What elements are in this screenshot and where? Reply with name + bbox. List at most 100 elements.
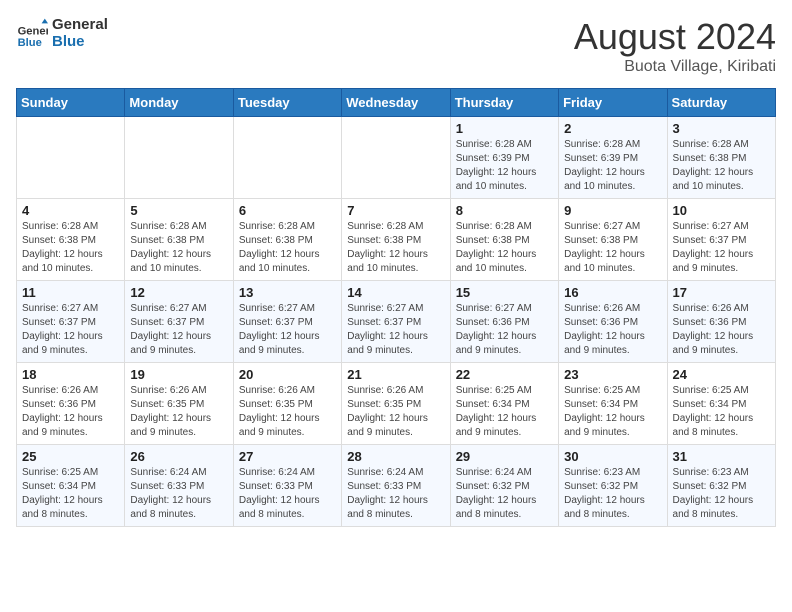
calendar-cell: 25 Sunrise: 6:25 AM Sunset: 6:34 PM Dayli… <box>17 445 125 527</box>
calendar-cell: 28 Sunrise: 6:24 AM Sunset: 6:33 PM Dayli… <box>342 445 450 527</box>
day-number: 3 <box>673 121 770 136</box>
day-number: 10 <box>673 203 770 218</box>
day-info: Sunrise: 6:27 AM Sunset: 6:37 PM Dayligh… <box>22 302 119 358</box>
column-header-wednesday: Wednesday <box>342 89 450 117</box>
day-number: 21 <box>347 367 444 382</box>
calendar-cell: 14 Sunrise: 6:27 AM Sunset: 6:37 PM Dayli… <box>342 281 450 363</box>
day-info: Sunrise: 6:28 AM Sunset: 6:38 PM Dayligh… <box>347 220 444 276</box>
calendar-cell <box>233 117 341 199</box>
day-number: 18 <box>22 367 119 382</box>
day-info: Sunrise: 6:26 AM Sunset: 6:36 PM Dayligh… <box>673 302 770 358</box>
day-number: 13 <box>239 285 336 300</box>
column-header-monday: Monday <box>125 89 233 117</box>
title-block: August 2024 Buota Village, Kiribati <box>574 16 776 76</box>
day-number: 23 <box>564 367 661 382</box>
day-number: 15 <box>456 285 553 300</box>
calendar-cell: 18Sunrise: 6:26 AM Sunset: 6:36 PM Dayli… <box>17 363 125 445</box>
calendar-cell: 22 Sunrise: 6:25 AM Sunset: 6:34 PM Dayli… <box>450 363 558 445</box>
day-info: Sunrise: 6:27 AM Sunset: 6:37 PM Dayligh… <box>673 220 770 276</box>
day-number: 11 <box>22 285 119 300</box>
calendar-cell: 11 Sunrise: 6:27 AM Sunset: 6:37 PM Dayli… <box>17 281 125 363</box>
day-number: 4 <box>22 203 119 218</box>
calendar-title: August 2024 <box>574 16 776 58</box>
day-info: Sunrise: 6:27 AM Sunset: 6:37 PM Dayligh… <box>130 302 227 358</box>
day-info: Sunrise: 6:23 AM Sunset: 6:32 PM Dayligh… <box>673 466 770 522</box>
day-number: 24 <box>673 367 770 382</box>
day-number: 27 <box>239 449 336 464</box>
week-row-3: 11 Sunrise: 6:27 AM Sunset: 6:37 PM Dayli… <box>17 281 776 363</box>
day-info: Sunrise: 6:25 AM Sunset: 6:34 PM Dayligh… <box>456 384 553 440</box>
calendar-cell: 31 Sunrise: 6:23 AM Sunset: 6:32 PM Dayli… <box>667 445 775 527</box>
calendar-cell: 8 Sunrise: 6:28 AM Sunset: 6:38 PM Daylig… <box>450 199 558 281</box>
day-info: Sunrise: 6:26 AM Sunset: 6:36 PM Dayligh… <box>564 302 661 358</box>
day-info: Sunrise: 6:28 AM Sunset: 6:38 PM Dayligh… <box>130 220 227 276</box>
day-info: Sunrise: 6:27 AM Sunset: 6:38 PM Dayligh… <box>564 220 661 276</box>
calendar-cell: 10 Sunrise: 6:27 AM Sunset: 6:37 PM Dayli… <box>667 199 775 281</box>
day-number: 9 <box>564 203 661 218</box>
calendar-header-row: SundayMondayTuesdayWednesdayThursdayFrid… <box>17 89 776 117</box>
calendar-cell: 13Sunrise: 6:27 AM Sunset: 6:37 PM Dayli… <box>233 281 341 363</box>
day-info: Sunrise: 6:27 AM Sunset: 6:37 PM Dayligh… <box>347 302 444 358</box>
calendar-cell: 23 Sunrise: 6:25 AM Sunset: 6:34 PM Dayli… <box>559 363 667 445</box>
day-number: 14 <box>347 285 444 300</box>
calendar-subtitle: Buota Village, Kiribati <box>574 58 776 76</box>
column-header-thursday: Thursday <box>450 89 558 117</box>
svg-text:Blue: Blue <box>18 37 42 49</box>
day-info: Sunrise: 6:28 AM Sunset: 6:38 PM Dayligh… <box>22 220 119 276</box>
day-number: 6 <box>239 203 336 218</box>
calendar-cell: 24Sunrise: 6:25 AM Sunset: 6:34 PM Dayli… <box>667 363 775 445</box>
day-number: 22 <box>456 367 553 382</box>
calendar-table: SundayMondayTuesdayWednesdayThursdayFrid… <box>16 88 776 527</box>
day-info: Sunrise: 6:25 AM Sunset: 6:34 PM Dayligh… <box>564 384 661 440</box>
page-header: General Blue General Blue August 2024 Bu… <box>16 16 776 76</box>
day-number: 16 <box>564 285 661 300</box>
calendar-cell: 21Sunrise: 6:26 AM Sunset: 6:35 PM Dayli… <box>342 363 450 445</box>
calendar-cell: 9 Sunrise: 6:27 AM Sunset: 6:38 PM Daylig… <box>559 199 667 281</box>
day-info: Sunrise: 6:28 AM Sunset: 6:39 PM Dayligh… <box>456 138 553 194</box>
calendar-cell <box>17 117 125 199</box>
day-number: 29 <box>456 449 553 464</box>
day-info: Sunrise: 6:24 AM Sunset: 6:33 PM Dayligh… <box>347 466 444 522</box>
column-header-sunday: Sunday <box>17 89 125 117</box>
calendar-cell: 15Sunrise: 6:27 AM Sunset: 6:36 PM Dayli… <box>450 281 558 363</box>
day-info: Sunrise: 6:28 AM Sunset: 6:38 PM Dayligh… <box>239 220 336 276</box>
day-info: Sunrise: 6:24 AM Sunset: 6:33 PM Dayligh… <box>239 466 336 522</box>
day-number: 5 <box>130 203 227 218</box>
day-number: 17 <box>673 285 770 300</box>
day-number: 26 <box>130 449 227 464</box>
day-info: Sunrise: 6:24 AM Sunset: 6:32 PM Dayligh… <box>456 466 553 522</box>
calendar-cell: 17 Sunrise: 6:26 AM Sunset: 6:36 PM Dayli… <box>667 281 775 363</box>
calendar-cell: 2Sunrise: 6:28 AM Sunset: 6:39 PM Daylig… <box>559 117 667 199</box>
calendar-cell <box>125 117 233 199</box>
day-info: Sunrise: 6:26 AM Sunset: 6:35 PM Dayligh… <box>239 384 336 440</box>
day-number: 30 <box>564 449 661 464</box>
day-number: 31 <box>673 449 770 464</box>
calendar-cell: 6 Sunrise: 6:28 AM Sunset: 6:38 PM Daylig… <box>233 199 341 281</box>
column-header-tuesday: Tuesday <box>233 89 341 117</box>
calendar-cell: 7 Sunrise: 6:28 AM Sunset: 6:38 PM Daylig… <box>342 199 450 281</box>
calendar-cell: 3Sunrise: 6:28 AM Sunset: 6:38 PM Daylig… <box>667 117 775 199</box>
day-info: Sunrise: 6:24 AM Sunset: 6:33 PM Dayligh… <box>130 466 227 522</box>
day-number: 8 <box>456 203 553 218</box>
calendar-cell: 20 Sunrise: 6:26 AM Sunset: 6:35 PM Dayli… <box>233 363 341 445</box>
logo-icon: General Blue <box>16 17 48 49</box>
calendar-cell: 29 Sunrise: 6:24 AM Sunset: 6:32 PM Dayli… <box>450 445 558 527</box>
calendar-cell: 26 Sunrise: 6:24 AM Sunset: 6:33 PM Dayli… <box>125 445 233 527</box>
calendar-cell: 5 Sunrise: 6:28 AM Sunset: 6:38 PM Daylig… <box>125 199 233 281</box>
calendar-cell: 1Sunrise: 6:28 AM Sunset: 6:39 PM Daylig… <box>450 117 558 199</box>
week-row-4: 18Sunrise: 6:26 AM Sunset: 6:36 PM Dayli… <box>17 363 776 445</box>
calendar-cell: 30Sunrise: 6:23 AM Sunset: 6:32 PM Dayli… <box>559 445 667 527</box>
column-header-friday: Friday <box>559 89 667 117</box>
day-number: 28 <box>347 449 444 464</box>
day-number: 19 <box>130 367 227 382</box>
calendar-cell: 4 Sunrise: 6:28 AM Sunset: 6:38 PM Daylig… <box>17 199 125 281</box>
day-info: Sunrise: 6:25 AM Sunset: 6:34 PM Dayligh… <box>22 466 119 522</box>
logo: General Blue General Blue <box>16 16 108 50</box>
day-number: 20 <box>239 367 336 382</box>
calendar-cell: 27 Sunrise: 6:24 AM Sunset: 6:33 PM Dayli… <box>233 445 341 527</box>
calendar-cell: 16 Sunrise: 6:26 AM Sunset: 6:36 PM Dayli… <box>559 281 667 363</box>
day-info: Sunrise: 6:28 AM Sunset: 6:39 PM Dayligh… <box>564 138 661 194</box>
day-number: 25 <box>22 449 119 464</box>
day-info: Sunrise: 6:28 AM Sunset: 6:38 PM Dayligh… <box>456 220 553 276</box>
day-number: 7 <box>347 203 444 218</box>
